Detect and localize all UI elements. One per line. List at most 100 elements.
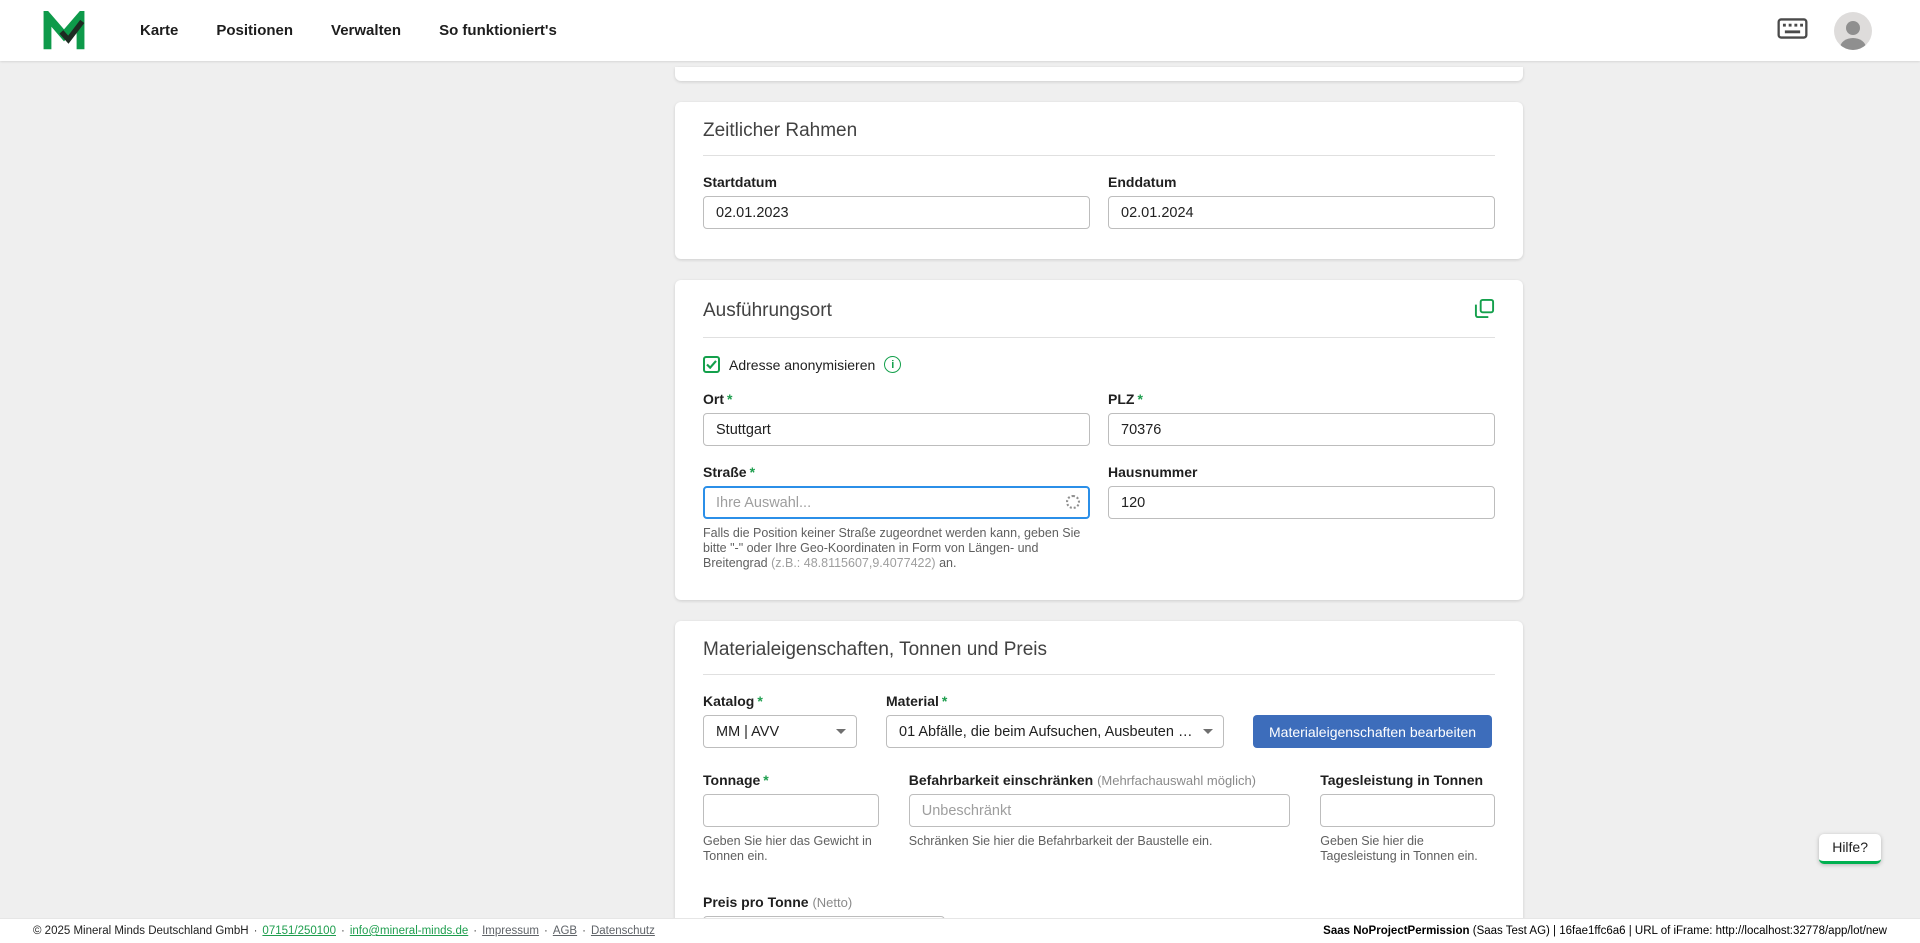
required-marker: * [750, 464, 755, 480]
material-field: Material* 01 Abfälle, die beim Aufsuchen… [886, 693, 1224, 748]
preis-label: Preis pro Tonne (Netto) [703, 894, 1495, 910]
divider [703, 155, 1495, 156]
top-navbar: Karte Positionen Verwalten So funktionie… [0, 0, 1920, 61]
strasse-helper-part2: an. [936, 556, 957, 570]
help-button[interactable]: Hilfe? [1819, 834, 1881, 864]
strasse-label: Straße* [703, 464, 1090, 480]
nav-item-verwalten[interactable]: Verwalten [331, 22, 401, 39]
tonnage-field: Tonnage* Geben Sie hier das Gewicht in T… [703, 772, 879, 864]
befahrbarkeit-field: Befahrbarkeit einschränken (Mehrfachausw… [909, 772, 1290, 849]
main-nav: Karte Positionen Verwalten So funktionie… [140, 22, 557, 39]
strasse-input[interactable] [703, 486, 1090, 519]
info-icon[interactable]: i [884, 356, 901, 373]
tonnage-label-text: Tonnage [703, 772, 760, 788]
footer-separator: · [582, 925, 586, 937]
plz-label: PLZ* [1108, 391, 1495, 407]
nav-item-karte[interactable]: Karte [140, 22, 178, 39]
footer-agb-link[interactable]: AGB [553, 925, 577, 937]
hausnummer-input[interactable] [1108, 486, 1495, 519]
card-title-zeitlicher-rahmen: Zeitlicher Rahmen [703, 120, 857, 142]
copy-icon[interactable] [1474, 298, 1495, 324]
ort-label-text: Ort [703, 391, 724, 407]
plz-label-text: PLZ [1108, 391, 1134, 407]
katalog-label-text: Katalog [703, 693, 754, 709]
tonnage-helper-text: Geben Sie hier das Gewicht in Tonnen ein… [703, 834, 879, 864]
ort-input[interactable] [703, 413, 1090, 446]
keyboard-icon[interactable] [1777, 18, 1808, 44]
tonnage-input[interactable] [703, 794, 879, 827]
footer-saas-name: Saas NoProjectPermission [1323, 925, 1469, 937]
required-marker: * [1137, 391, 1142, 407]
divider [703, 674, 1495, 675]
footer: © 2025 Mineral Minds Deutschland GmbH · … [0, 918, 1920, 943]
anonymize-address-row: Adresse anonymisieren i [703, 356, 1495, 373]
material-select[interactable]: 01 Abfälle, die beim Aufsuchen, Ausbeute… [886, 715, 1224, 748]
strasse-field: Straße* Falls die Position keiner Straße… [703, 464, 1090, 570]
nav-item-positionen[interactable]: Positionen [216, 22, 293, 39]
divider [703, 337, 1495, 338]
anonymize-checkbox-label: Adresse anonymisieren [729, 357, 875, 373]
tagesleistung-helper-text: Geben Sie hier die Tagesleistung in Tonn… [1320, 834, 1495, 864]
footer-phone-link[interactable]: 07151/250100 [262, 925, 336, 937]
card-material: Materialeigenschaften, Tonnen und Preis … [675, 621, 1523, 943]
enddatum-label: Enddatum [1108, 174, 1495, 190]
plz-input[interactable] [1108, 413, 1495, 446]
tagesleistung-label: Tagesleistung in Tonnen [1320, 772, 1495, 788]
footer-separator: · [254, 925, 258, 937]
footer-separator: · [473, 925, 477, 937]
befahrbarkeit-helper-text: Schränken Sie hier die Befahrbarkeit der… [909, 834, 1290, 849]
edit-material-properties-button[interactable]: Materialeigenschaften bearbeiten [1253, 715, 1492, 748]
plz-field: PLZ* [1108, 391, 1495, 446]
tonnage-label: Tonnage* [703, 772, 879, 788]
chevron-down-icon [836, 729, 846, 734]
required-marker: * [942, 693, 947, 709]
startdatum-field: Startdatum [703, 174, 1090, 229]
katalog-field: Katalog* MM | AVV [703, 693, 857, 748]
footer-impressum-link[interactable]: Impressum [482, 925, 539, 937]
ort-label: Ort* [703, 391, 1090, 407]
card-zeitlicher-rahmen: Zeitlicher Rahmen Startdatum Enddatum [675, 102, 1523, 259]
ort-field: Ort* [703, 391, 1090, 446]
katalog-selected-value: MM | AVV [716, 724, 828, 740]
hausnummer-field: Hausnummer [1108, 464, 1495, 570]
befahrbarkeit-input[interactable] [909, 794, 1290, 827]
footer-datenschutz-link[interactable]: Datenschutz [591, 925, 655, 937]
preis-hint-text: (Netto) [812, 895, 852, 910]
tagesleistung-field: Tagesleistung in Tonnen Geben Sie hier d… [1320, 772, 1495, 864]
footer-environment-info: Saas NoProjectPermission (Saas Test AG) … [1323, 925, 1887, 937]
footer-separator: · [341, 925, 345, 937]
anonymize-checkbox[interactable] [703, 356, 720, 373]
navbar-actions [1777, 12, 1872, 50]
startdatum-input[interactable] [703, 196, 1090, 229]
required-marker: * [757, 693, 762, 709]
tagesleistung-input[interactable] [1320, 794, 1495, 827]
footer-email-link[interactable]: info@mineral-minds.de [350, 925, 468, 937]
card-ausfuehrungsort: Ausführungsort Adresse anonymisieren i O… [675, 280, 1523, 600]
katalog-label: Katalog* [703, 693, 857, 709]
strasse-label-text: Straße [703, 464, 747, 480]
hausnummer-label: Hausnummer [1108, 464, 1495, 480]
preis-label-text: Preis pro Tonne [703, 894, 809, 910]
mineral-minds-logo-icon[interactable] [42, 11, 86, 51]
footer-copyright: © 2025 Mineral Minds Deutschland GmbH [33, 925, 249, 937]
footer-saas-details: (Saas Test AG) | 16fae1ffc6a6 | URL of i… [1470, 925, 1887, 937]
footer-separator: · [544, 925, 548, 937]
user-avatar-icon[interactable] [1834, 12, 1872, 50]
card-title-ausfuehrungsort: Ausführungsort [703, 300, 832, 322]
material-label: Material* [886, 693, 1224, 709]
chevron-down-icon [1203, 729, 1213, 734]
befahrbarkeit-label-text: Befahrbarkeit einschränken [909, 772, 1093, 788]
card-title-material: Materialeigenschaften, Tonnen und Preis [703, 639, 1047, 661]
material-label-text: Material [886, 693, 939, 709]
katalog-select[interactable]: MM | AVV [703, 715, 857, 748]
material-selected-value: 01 Abfälle, die beim Aufsuchen, Ausbeute… [899, 724, 1195, 740]
required-marker: * [727, 391, 732, 407]
strasse-helper-coords: (z.B.: 48.8115607,9.4077422) [771, 556, 935, 570]
befahrbarkeit-label: Befahrbarkeit einschränken (Mehrfachausw… [909, 772, 1290, 788]
enddatum-field: Enddatum [1108, 174, 1495, 229]
nav-item-so-funktionierts[interactable]: So funktioniert's [439, 22, 557, 39]
footer-left: © 2025 Mineral Minds Deutschland GmbH · … [33, 925, 655, 937]
enddatum-input[interactable] [1108, 196, 1495, 229]
startdatum-label: Startdatum [703, 174, 1090, 190]
required-marker: * [763, 772, 768, 788]
